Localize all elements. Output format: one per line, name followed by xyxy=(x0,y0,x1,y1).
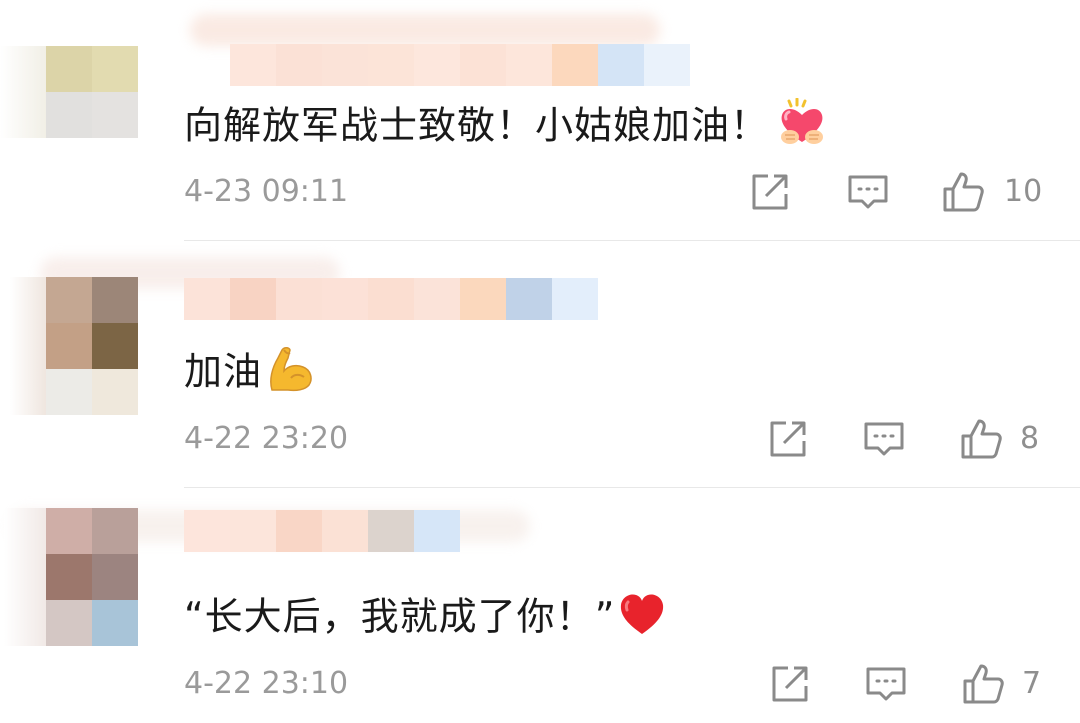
share-icon[interactable] xyxy=(766,417,810,461)
red-heart-emoji-icon xyxy=(617,589,667,649)
comment-text-content: 加油 xyxy=(184,349,263,394)
comment-time: 4-22 23:10 xyxy=(184,666,349,701)
thumbs-up-icon[interactable] xyxy=(960,417,1004,461)
avatar-edge xyxy=(10,277,46,415)
username[interactable] xyxy=(184,510,460,552)
avatar[interactable] xyxy=(46,46,138,138)
comment-time: 4-22 23:20 xyxy=(184,421,349,456)
comment-item: 加油 4-22 23:20 8 xyxy=(0,241,1080,488)
reply-icon[interactable] xyxy=(846,170,890,214)
avatar-edge xyxy=(4,508,46,646)
comment-item: “长大后，我就成了你！” 4-22 23:10 7 xyxy=(0,488,1080,723)
flexed-biceps-emoji-icon xyxy=(266,344,316,404)
heart-hands-emoji-icon xyxy=(777,97,827,158)
avatar-edge xyxy=(0,46,46,138)
like-count: 8 xyxy=(1020,421,1040,456)
comment-text-content: “长大后，我就成了你！” xyxy=(184,594,616,639)
comment-text: 向解放军战士致敬！小姑娘加油！ xyxy=(184,97,827,158)
avatar[interactable] xyxy=(46,277,138,415)
reply-icon[interactable] xyxy=(862,417,906,461)
share-icon[interactable] xyxy=(748,170,792,214)
comment-text: 加油 xyxy=(184,344,316,404)
username[interactable] xyxy=(184,278,598,320)
avatar[interactable] xyxy=(46,508,138,646)
username[interactable] xyxy=(230,44,690,86)
reply-icon[interactable] xyxy=(864,662,908,706)
comment-time: 4-23 09:11 xyxy=(184,174,349,209)
thumbs-up-icon[interactable] xyxy=(962,662,1006,706)
comment-text: “长大后，我就成了你！” xyxy=(184,589,667,649)
share-icon[interactable] xyxy=(768,662,812,706)
thumbs-up-icon[interactable] xyxy=(942,170,986,214)
like-count: 7 xyxy=(1022,666,1042,701)
like-count: 10 xyxy=(1004,174,1043,209)
comment-item: 向解放军战士致敬！小姑娘加油！ 4-23 09:11 10 xyxy=(0,0,1080,241)
username-blur xyxy=(190,14,660,46)
comment-text-content: 向解放军战士致敬！小姑娘加油！ xyxy=(184,103,770,148)
